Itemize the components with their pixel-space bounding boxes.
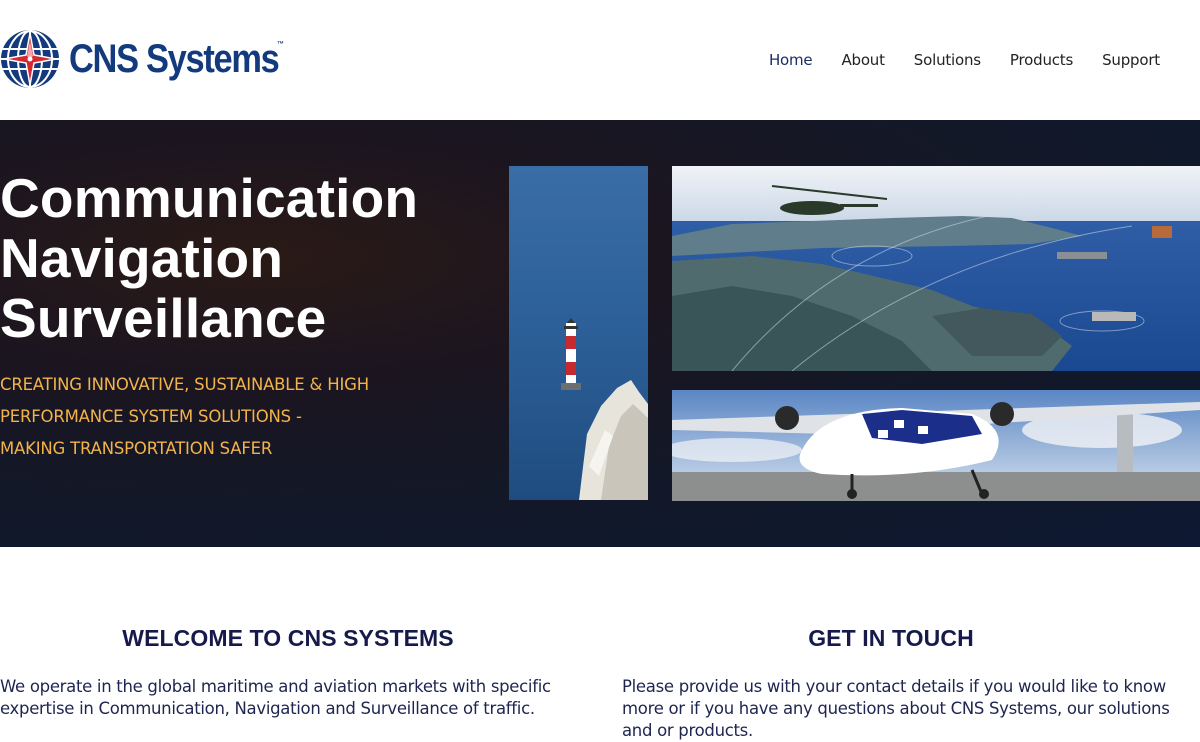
welcome-column: WELCOME TO CNS SYSTEMS We operate in the…: [0, 625, 576, 720]
hero-title-line: Navigation: [0, 227, 284, 289]
hero-subtitle: CREATING INNOVATIVE, SUSTAINABLE & HIGH …: [0, 369, 369, 465]
nav-home[interactable]: Home: [769, 51, 813, 69]
lighthouse-image: [509, 166, 648, 500]
aircraft-image: [672, 390, 1200, 501]
main-nav: Home About Solutions Products Support: [769, 51, 1160, 69]
trademark-symbol: ™: [277, 41, 284, 48]
hero-subtitle-line: CREATING INNOVATIVE, SUSTAINABLE & HIGH: [0, 375, 369, 394]
coastal-surveillance-image: [672, 166, 1200, 371]
nav-support[interactable]: Support: [1102, 51, 1160, 69]
intro-section: WELCOME TO CNS SYSTEMS We operate in the…: [0, 547, 1200, 740]
nav-solutions[interactable]: Solutions: [914, 51, 981, 69]
site-logo[interactable]: CNS Systems ™: [0, 29, 313, 89]
compass-globe-icon: [1, 30, 59, 88]
contact-heading: GET IN TOUCH: [808, 625, 974, 651]
hero-title: Communication Navigation Surveillance: [0, 168, 418, 348]
hero-title-line: Surveillance: [0, 287, 327, 349]
nav-about[interactable]: About: [841, 51, 885, 69]
hero-title-line: Communication: [0, 167, 419, 229]
contact-text: Please provide us with your contact deta…: [622, 677, 1170, 740]
welcome-text: We operate in the global maritime and av…: [0, 677, 551, 718]
hero-subtitle-line: PERFORMANCE SYSTEM SOLUTIONS -: [0, 407, 302, 426]
logo-wordmark: CNS Systems: [69, 37, 280, 81]
nav-products[interactable]: Products: [1010, 51, 1073, 69]
contact-column: GET IN TOUCH Please provide us with your…: [622, 625, 1200, 742]
hero-banner: Communication Navigation Surveillance CR…: [0, 120, 1200, 547]
welcome-heading: WELCOME TO CNS SYSTEMS: [122, 625, 454, 651]
hero-subtitle-line: MAKING TRANSPORTATION SAFER: [0, 439, 273, 458]
site-header: CNS Systems ™ Home About Solutions Produ…: [0, 0, 1200, 120]
